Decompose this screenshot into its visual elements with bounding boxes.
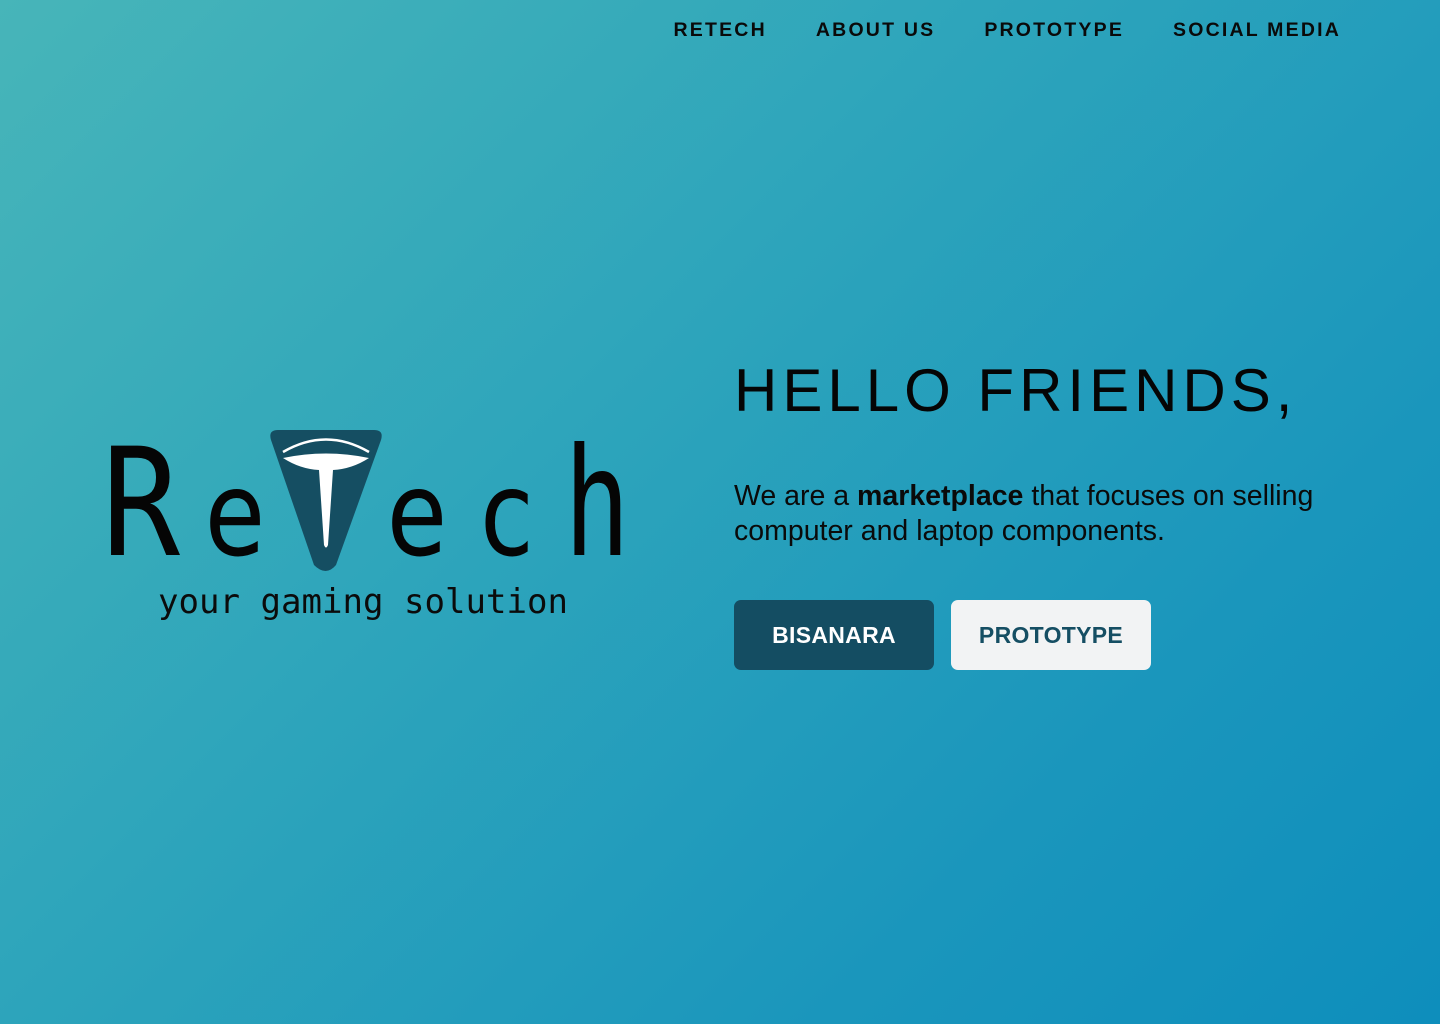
hero-description: We are a marketplace that focuses on sel… [734, 479, 1354, 549]
bisanara-button[interactable]: BISANARA [734, 600, 934, 670]
hero-buttons: BISANARA PROTOTYPE [734, 600, 1374, 670]
nav-link-prototype[interactable]: PROTOTYPE [984, 19, 1124, 41]
logo-letter-e1: e [204, 445, 266, 583]
logo-letter-r: R [102, 417, 181, 591]
logo-letter-e2: e [386, 445, 448, 583]
retech-logo-graphic: R e e c h your gaming solution [102, 417, 630, 622]
hero-section: HELLO FRIENDS, We are a marketplace that… [734, 356, 1374, 670]
prototype-button[interactable]: PROTOTYPE [951, 600, 1151, 670]
nav-link-retech[interactable]: RETECH [674, 19, 767, 41]
hero-title: HELLO FRIENDS, [734, 357, 1298, 424]
nav-link-social-media[interactable]: SOCIAL MEDIA [1173, 19, 1341, 41]
hero-desc-keyword: marketplace [857, 480, 1024, 512]
logo-letter-h: h [564, 417, 630, 591]
nav-link-about-us[interactable]: ABOUT US [816, 19, 935, 41]
logo-tagline: your gaming solution [158, 582, 568, 622]
retech-logo: R e e c h your gaming solution [100, 417, 640, 630]
logo-letter-c: c [476, 445, 536, 583]
hero-desc-start: We are a [734, 480, 858, 512]
top-nav: RETECH ABOUT US PROTOTYPE SOCIAL MEDIA [674, 19, 1342, 41]
